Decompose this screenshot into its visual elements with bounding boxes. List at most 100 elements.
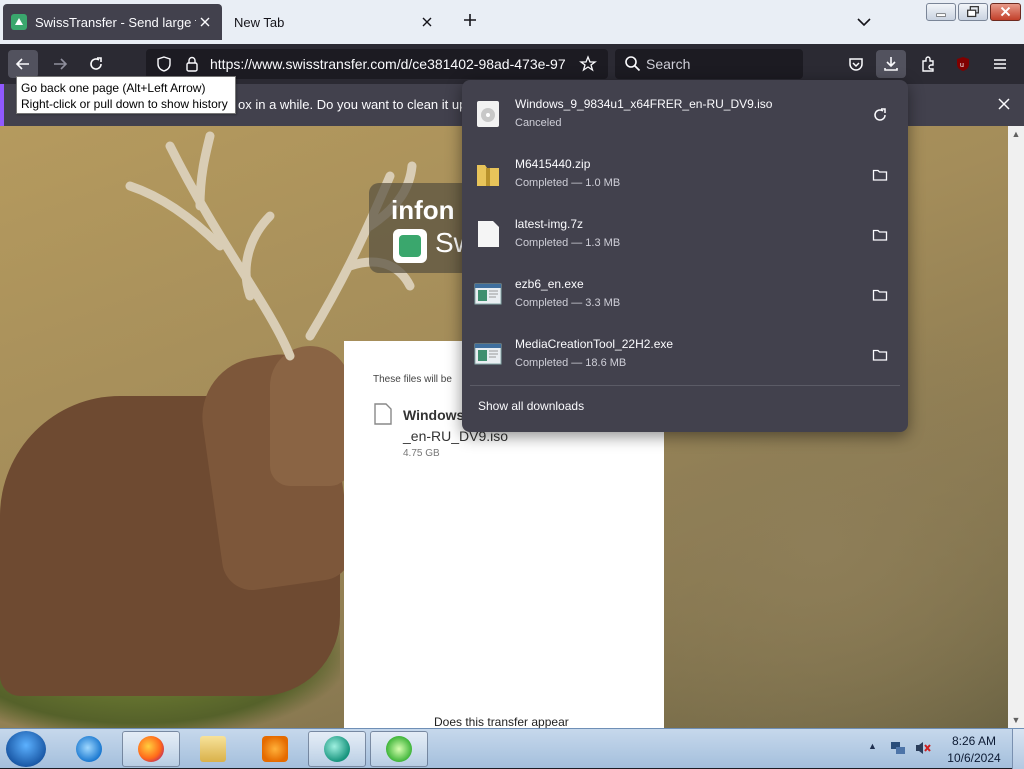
hamburger-menu-icon bbox=[994, 59, 1006, 69]
downloads-button[interactable] bbox=[876, 50, 906, 78]
internet-explorer-icon bbox=[76, 736, 102, 762]
tab-new-tab[interactable]: New Tab bbox=[226, 4, 444, 40]
application-menu-button[interactable] bbox=[985, 50, 1015, 78]
show-hidden-icons-arrow-icon[interactable]: ▲ bbox=[868, 741, 877, 751]
window-restore-button[interactable] bbox=[958, 3, 988, 21]
transfer-file-size: 4.75 GB bbox=[403, 448, 440, 459]
tab-swisstransfer[interactable]: SwissTransfer - Send large files bbox=[3, 4, 222, 40]
show-in-folder-button[interactable] bbox=[868, 163, 892, 187]
scroll-down-arrow-icon[interactable]: ▼ bbox=[1008, 712, 1024, 728]
download-status: Completed — 3.3 MB bbox=[515, 297, 621, 309]
url-bar[interactable]: https://www.swisstransfer.com/d/ce381402… bbox=[146, 49, 608, 79]
back-arrow-icon bbox=[15, 58, 29, 70]
download-file-name: ezb6_en.exe bbox=[515, 277, 584, 291]
disc-image-icon bbox=[477, 101, 499, 127]
download-file-name: MediaCreationTool_22H2.exe bbox=[515, 337, 674, 351]
bookmark-star-icon[interactable] bbox=[579, 55, 597, 73]
tooltip-line-2: Right-click or pull down to show history bbox=[21, 97, 228, 111]
taskbar-firefox[interactable] bbox=[122, 731, 180, 767]
clock-time[interactable]: 8:26 AM bbox=[944, 734, 1004, 748]
expiry-notice: These files will be bbox=[373, 374, 452, 385]
tooltip-line-1: Go back one page (Alt+Left Arrow) bbox=[21, 81, 206, 95]
report-transfer-prompt: Does this transfer appear bbox=[434, 715, 569, 728]
close-notification-icon[interactable] bbox=[996, 96, 1012, 112]
taskbar-app-green[interactable] bbox=[370, 731, 428, 767]
show-in-folder-button[interactable] bbox=[868, 343, 892, 367]
download-file-name: latest-img.7z bbox=[515, 217, 584, 231]
close-tab-icon[interactable] bbox=[196, 13, 214, 31]
start-button-windows-orb-icon[interactable] bbox=[6, 731, 46, 767]
download-status: Canceled bbox=[515, 117, 562, 129]
folder-icon bbox=[872, 289, 888, 301]
tracking-protection-shield-icon[interactable] bbox=[155, 55, 173, 73]
taskbar-media-player[interactable] bbox=[246, 731, 304, 767]
window-close-button[interactable] bbox=[990, 3, 1021, 21]
download-file-name: Windows_9_9834u1_x64FRER_en-RU_DV9.iso bbox=[515, 97, 773, 111]
tab-title: New Tab bbox=[234, 14, 285, 30]
file-icon bbox=[374, 403, 392, 425]
scroll-up-arrow-icon[interactable]: ▲ bbox=[1008, 126, 1024, 142]
show-all-downloads-button[interactable]: Show all downloads bbox=[478, 399, 584, 413]
download-status: Completed — 1.3 MB bbox=[515, 237, 621, 249]
brand-text: infon bbox=[391, 195, 455, 225]
download-status: Completed — 18.6 MB bbox=[515, 357, 627, 369]
network-icon[interactable] bbox=[890, 740, 906, 756]
retry-icon bbox=[874, 108, 886, 121]
page-scrollbar[interactable]: ▲ ▼ bbox=[1008, 126, 1024, 728]
show-in-folder-button[interactable] bbox=[868, 223, 892, 247]
extensions-puzzle-icon bbox=[922, 56, 934, 72]
list-all-tabs-chevron-icon[interactable] bbox=[853, 12, 875, 32]
volume-muted-icon[interactable] bbox=[914, 740, 932, 756]
blank-file-icon bbox=[478, 221, 499, 247]
back-button-tooltip: Go back one page (Alt+Left Arrow) Right-… bbox=[16, 76, 236, 114]
media-player-icon bbox=[262, 736, 288, 762]
url-text[interactable]: https://www.swisstransfer.com/d/ce381402… bbox=[210, 56, 572, 72]
download-item[interactable]: M6415440.zip Completed — 1.0 MB bbox=[462, 145, 908, 205]
download-file-name: M6415440.zip bbox=[515, 157, 591, 171]
show-in-folder-button[interactable] bbox=[868, 283, 892, 307]
ublock-icon: u bbox=[957, 57, 969, 71]
download-status: Completed — 1.0 MB bbox=[515, 177, 621, 189]
windows-taskbar: ▲ 8:26 AM 10/6/2024 bbox=[0, 728, 1024, 769]
reload-button[interactable] bbox=[81, 50, 111, 78]
tab-strip: SwissTransfer - Send large files New Tab bbox=[0, 0, 1024, 44]
download-item[interactable]: MediaCreationTool_22H2.exe Completed — 1… bbox=[462, 325, 908, 385]
svg-text:u: u bbox=[960, 62, 964, 69]
download-item[interactable]: ezb6_en.exe Completed — 3.3 MB bbox=[462, 265, 908, 325]
taskbar-file-explorer[interactable] bbox=[184, 731, 242, 767]
zip-folder-icon bbox=[477, 165, 499, 186]
extensions-button[interactable] bbox=[913, 50, 943, 78]
window-minimize-button[interactable] bbox=[926, 3, 956, 21]
swisstransfer-favicon-icon bbox=[11, 14, 27, 30]
pocket-button[interactable] bbox=[841, 50, 871, 78]
retry-download-button[interactable] bbox=[868, 103, 892, 127]
swisstransfer-logo-icon bbox=[393, 229, 427, 263]
ublock-origin-button[interactable]: u bbox=[948, 50, 978, 78]
folder-icon bbox=[872, 169, 888, 181]
tab-title: SwissTransfer - Send large files bbox=[35, 14, 196, 30]
clock-date[interactable]: 10/6/2024 bbox=[944, 751, 1004, 765]
file-explorer-icon bbox=[200, 736, 226, 762]
firefox-icon bbox=[138, 736, 164, 762]
search-placeholder: Search bbox=[646, 56, 691, 72]
download-item[interactable]: latest-img.7z Completed — 1.3 MB bbox=[462, 205, 908, 265]
show-desktop-button[interactable] bbox=[1012, 729, 1024, 769]
taskbar-app-teal[interactable] bbox=[308, 731, 366, 767]
downloads-panel: Windows_9_9834u1_x64FRER_en-RU_DV9.iso C… bbox=[462, 80, 908, 432]
app-green-icon bbox=[386, 736, 412, 762]
new-tab-plus-icon[interactable] bbox=[458, 10, 482, 34]
lock-icon[interactable] bbox=[183, 55, 201, 73]
taskbar-internet-explorer[interactable] bbox=[60, 731, 118, 767]
search-icon bbox=[625, 56, 641, 72]
folder-icon bbox=[872, 229, 888, 241]
close-tab-icon[interactable] bbox=[418, 13, 436, 31]
search-bar[interactable]: Search bbox=[615, 49, 803, 79]
app-teal-icon bbox=[324, 736, 350, 762]
deer-head-image bbox=[270, 346, 350, 486]
notification-message: ox in a while. Do you want to clean it u… bbox=[238, 97, 486, 112]
back-button[interactable] bbox=[8, 50, 38, 78]
exe-window-icon bbox=[474, 283, 502, 305]
download-item[interactable]: Windows_9_9834u1_x64FRER_en-RU_DV9.iso C… bbox=[462, 85, 908, 145]
exe-window-icon bbox=[474, 343, 502, 365]
forward-button[interactable] bbox=[45, 50, 75, 78]
